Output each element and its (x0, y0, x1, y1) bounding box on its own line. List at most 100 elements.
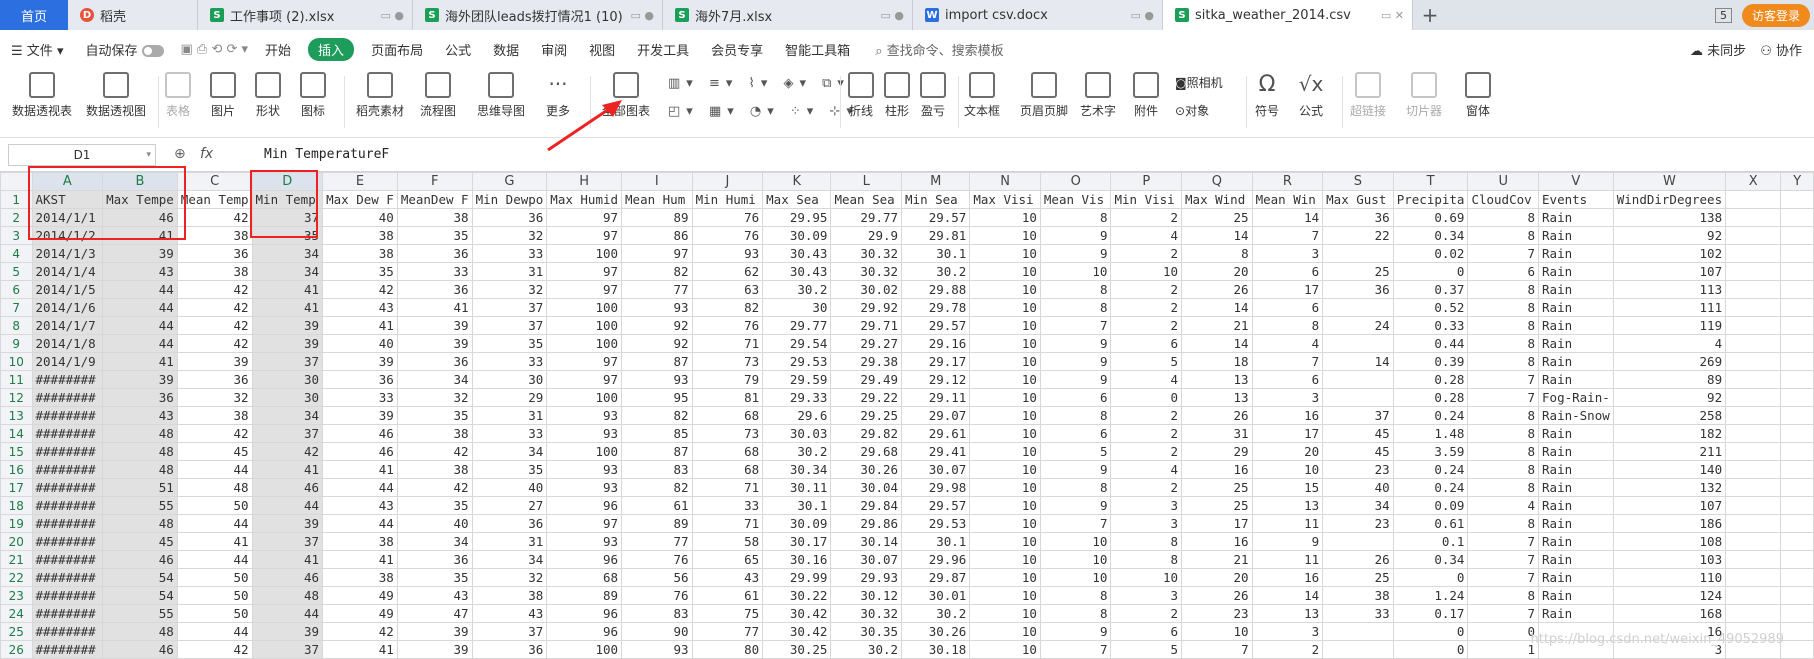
cell[interactable] (1780, 568, 1814, 587)
cell[interactable] (1780, 244, 1814, 263)
row-header[interactable]: 16 (0, 460, 33, 479)
cell[interactable]: 0.09 (1392, 496, 1469, 515)
cell[interactable] (1725, 388, 1782, 407)
cell[interactable]: 37 (471, 316, 548, 335)
column-header-m[interactable]: M (901, 172, 971, 191)
cell[interactable]: 7 (1039, 316, 1112, 335)
cell[interactable]: 6 (1467, 262, 1540, 281)
cell[interactable]: 10 (969, 370, 1041, 389)
sparkline-column-button[interactable]: 柱形 (884, 72, 910, 119)
cell[interactable]: 30.11 (762, 478, 832, 497)
cell[interactable]: 2014/1/4 (31, 262, 104, 281)
cell[interactable]: 36 (1322, 280, 1394, 299)
cell[interactable]: 38 (396, 208, 473, 227)
cell[interactable]: ######## (31, 370, 104, 389)
cell[interactable]: 10 (969, 316, 1041, 335)
cell[interactable]: 87 (621, 352, 693, 371)
cell[interactable]: 29.57 (901, 208, 971, 227)
cell[interactable]: 10 (1039, 532, 1112, 551)
cell[interactable]: 0.02 (1392, 244, 1469, 263)
cell[interactable]: 30.43 (762, 262, 832, 281)
cell[interactable]: 29.82 (830, 424, 903, 443)
cell[interactable]: 33 (471, 424, 548, 443)
cell[interactable]: 46 (102, 208, 178, 227)
cell[interactable]: 20 (1251, 442, 1324, 461)
cell[interactable]: 2014/1/1 (31, 208, 104, 227)
cell[interactable]: 48 (102, 460, 178, 479)
cell[interactable]: 41 (322, 316, 398, 335)
cell[interactable]: ######## (31, 640, 104, 659)
cell[interactable]: 21 (1181, 550, 1253, 569)
cell[interactable]: Rain (1538, 298, 1614, 317)
cell[interactable]: 29.92 (830, 298, 903, 317)
menu-tab-insert[interactable]: 插入 (308, 37, 355, 61)
cell[interactable]: 25 (1322, 568, 1394, 587)
cell[interactable]: 186 (1612, 514, 1727, 533)
cell[interactable]: ######## (31, 604, 104, 623)
cell[interactable]: 30.2 (762, 280, 832, 299)
cell[interactable]: 39 (102, 370, 178, 389)
cell[interactable]: 34 (396, 532, 473, 551)
cell[interactable] (1725, 424, 1782, 443)
cell[interactable]: 38 (176, 226, 253, 245)
sparkline-line-button[interactable]: 折线 (848, 72, 874, 119)
cell[interactable]: 8 (1467, 334, 1540, 353)
cell[interactable]: 0.24 (1392, 460, 1469, 479)
cell[interactable]: 182 (1612, 424, 1727, 443)
cell[interactable]: ######## (31, 442, 104, 461)
more-button[interactable]: ··· 更多 (545, 72, 571, 119)
cell[interactable]: 89 (1612, 370, 1727, 389)
cell[interactable]: 3 (1251, 244, 1324, 263)
cell[interactable]: 30.07 (901, 460, 971, 479)
cell[interactable]: ######## (31, 550, 104, 569)
column-header-d[interactable]: D (251, 172, 324, 191)
cell[interactable]: 7 (1251, 226, 1324, 245)
cell[interactable]: 100 (546, 316, 623, 335)
cell[interactable] (1725, 460, 1782, 479)
cell[interactable]: 76 (621, 550, 693, 569)
cell[interactable]: ######## (31, 496, 104, 515)
cell[interactable] (1725, 370, 1782, 389)
cell[interactable] (1322, 640, 1394, 659)
menu-tab-member[interactable]: 会员专享 (700, 40, 774, 59)
cell[interactable] (1780, 532, 1814, 551)
cell[interactable]: 8 (1181, 244, 1253, 263)
cell[interactable]: 38 (322, 226, 398, 245)
cell[interactable]: 269 (1612, 352, 1727, 371)
cell[interactable]: 4 (1110, 460, 1183, 479)
cell[interactable]: Rain (1538, 226, 1614, 245)
tab-file-work-items[interactable]: S 工作事项 (2).xlsx ▭ ● (198, 0, 413, 30)
cell[interactable]: 8 (1110, 550, 1183, 569)
cell[interactable]: 62 (691, 262, 764, 281)
cell[interactable]: 10 (969, 208, 1041, 227)
cell[interactable] (1780, 496, 1814, 515)
cell[interactable] (1780, 316, 1814, 335)
cell[interactable]: 30.25 (762, 640, 832, 659)
cell[interactable]: 10 (969, 514, 1041, 533)
tab-docer[interactable]: D 稻壳 (68, 0, 198, 30)
cell[interactable]: 0.52 (1392, 298, 1469, 317)
cell[interactable]: 89 (621, 208, 693, 227)
cell[interactable]: 29 (1181, 442, 1253, 461)
cell[interactable]: 44 (176, 622, 253, 641)
cell[interactable]: 30.02 (830, 280, 903, 299)
cell[interactable] (1725, 496, 1782, 515)
cell[interactable]: Rain (1538, 442, 1614, 461)
wordart-button[interactable]: 艺术字 (1080, 72, 1116, 119)
cell[interactable]: 29.77 (830, 208, 903, 227)
cell[interactable]: 82 (621, 406, 693, 425)
cell[interactable]: 44 (102, 316, 178, 335)
cell[interactable]: 10 (1039, 262, 1112, 281)
cell[interactable]: 35 (471, 460, 548, 479)
cell[interactable]: 29.95 (762, 208, 832, 227)
tab-file-leads[interactable]: S 海外团队leads拨打情况1 (10) ▭ ● (413, 0, 663, 30)
cell[interactable]: 8 (1467, 208, 1540, 227)
cell[interactable]: 8 (1110, 532, 1183, 551)
cell[interactable] (1780, 640, 1814, 659)
cell[interactable]: 44 (102, 298, 178, 317)
autosave-toggle[interactable]: 自动保存 (74, 40, 174, 59)
cell[interactable]: 32 (471, 280, 548, 299)
cell[interactable]: 10 (969, 442, 1041, 461)
cell[interactable]: 29.11 (901, 388, 971, 407)
cell[interactable]: 2 (1110, 208, 1183, 227)
